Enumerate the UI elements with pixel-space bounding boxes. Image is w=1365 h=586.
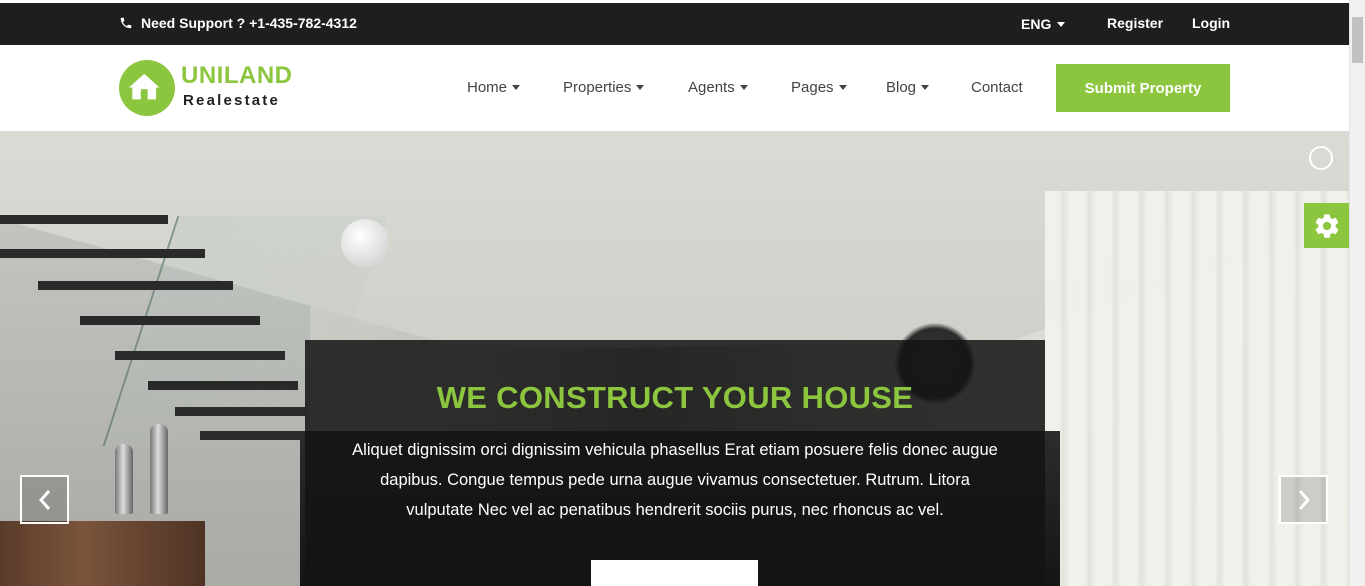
chevron-right-icon bbox=[1298, 489, 1310, 510]
logo-tagline: Realestate bbox=[183, 92, 281, 109]
nav-home[interactable]: Home bbox=[467, 79, 521, 96]
slider-indicator[interactable] bbox=[1309, 146, 1333, 170]
hero-cta-button[interactable] bbox=[591, 560, 758, 586]
stair-step bbox=[175, 407, 305, 416]
hero-background-lamp bbox=[341, 219, 389, 267]
language-selector[interactable]: ENG bbox=[1021, 16, 1066, 32]
phone-icon bbox=[119, 16, 133, 30]
hero-caption: WE CONSTRUCT YOUR HOUSE Aliquet dignissi… bbox=[305, 340, 1045, 586]
nav-pages-label: Pages bbox=[791, 79, 834, 96]
support-info: Need Support ? +1-435-782-4312 bbox=[119, 15, 357, 31]
hero-title: WE CONSTRUCT YOUR HOUSE bbox=[436, 380, 914, 415]
caret-down-icon bbox=[921, 85, 930, 90]
hero-background-vase bbox=[150, 424, 168, 514]
support-text: Need Support ? +1-435-782-4312 bbox=[141, 15, 357, 31]
hero-background-curtain bbox=[1045, 191, 1349, 586]
stair-step bbox=[38, 281, 233, 290]
stair-step bbox=[200, 431, 310, 440]
main-header: UNILAND Realestate Home Properties Agent… bbox=[0, 45, 1349, 131]
login-link[interactable]: Login bbox=[1192, 15, 1230, 31]
gear-icon bbox=[1315, 213, 1338, 238]
stair-step bbox=[80, 316, 260, 325]
site-logo[interactable]: UNILAND Realestate bbox=[119, 60, 309, 118]
nav-agents-label: Agents bbox=[688, 79, 735, 96]
caret-down-icon bbox=[838, 85, 847, 90]
stair-step bbox=[0, 249, 205, 258]
nav-contact-label: Contact bbox=[971, 79, 1023, 96]
nav-home-label: Home bbox=[467, 79, 508, 96]
nav-blog-label: Blog bbox=[886, 79, 917, 96]
caret-down-icon bbox=[636, 85, 645, 90]
scrollbar-thumb[interactable] bbox=[1352, 17, 1363, 63]
nav-blog[interactable]: Blog bbox=[886, 79, 930, 96]
stair-step bbox=[115, 351, 285, 360]
logo-brand: UNILAND bbox=[181, 62, 293, 89]
hero-slider: WE CONSTRUCT YOUR HOUSE Aliquet dignissi… bbox=[0, 131, 1349, 586]
nav-properties[interactable]: Properties bbox=[563, 79, 645, 96]
slider-next-button[interactable] bbox=[1279, 475, 1328, 524]
register-link[interactable]: Register bbox=[1107, 15, 1163, 31]
language-label: ENG bbox=[1021, 16, 1052, 32]
slider-prev-button[interactable] bbox=[20, 475, 69, 524]
top-bar: Need Support ? +1-435-782-4312 ENG Regis… bbox=[0, 3, 1349, 45]
stair-step bbox=[148, 381, 298, 390]
settings-toggle[interactable] bbox=[1304, 203, 1349, 248]
caret-down-icon bbox=[739, 85, 748, 90]
page-scrollbar[interactable] bbox=[1349, 0, 1365, 586]
nav-agents[interactable]: Agents bbox=[688, 79, 748, 96]
stair-step bbox=[0, 215, 168, 224]
hero-text: Aliquet dignissim orci dignissim vehicul… bbox=[352, 441, 998, 519]
logo-mark bbox=[119, 60, 175, 116]
nav-contact[interactable]: Contact bbox=[971, 79, 1023, 96]
caret-down-icon bbox=[1057, 21, 1066, 27]
house-icon bbox=[128, 73, 160, 100]
nav-properties-label: Properties bbox=[563, 79, 632, 96]
chevron-left-icon bbox=[38, 489, 50, 510]
hero-background-cabinet bbox=[0, 521, 205, 586]
hero-background-vase bbox=[115, 444, 133, 514]
nav-pages[interactable]: Pages bbox=[791, 79, 847, 96]
submit-property-button[interactable]: Submit Property bbox=[1056, 64, 1230, 112]
caret-down-icon bbox=[512, 85, 521, 90]
